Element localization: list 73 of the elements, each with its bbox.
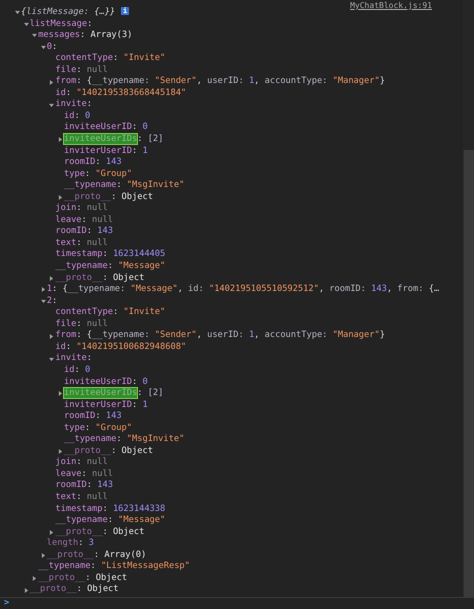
property-line: id: 0 (64, 364, 90, 376)
property-line: contentType: "Invite" (55, 307, 166, 319)
property-line: roomID: 143 (64, 411, 122, 423)
property-line: inviteeUserIDs: [2] (64, 134, 164, 146)
internal-property-line: __proto__: Array(0) (46, 550, 146, 561)
property-line: __typename: "MsgInvite" (64, 434, 184, 446)
property-line: invite: (55, 353, 92, 365)
console-prompt[interactable]: > (4, 598, 10, 608)
property-line: inviteeUserID: 0 (64, 376, 148, 388)
internal-property-line: __proto__: Object (38, 572, 128, 584)
collapse-triangle-icon[interactable] (49, 102, 54, 108)
expand-triangle-icon[interactable] (49, 276, 54, 281)
collapse-triangle-icon[interactable] (40, 44, 46, 50)
property-line: type: "Group" (64, 422, 132, 434)
expand-triangle-icon[interactable] (49, 80, 54, 85)
internal-property-line: __proto__: Object (64, 446, 153, 457)
property-line: join: null (55, 203, 108, 215)
property-line: inviterUserID: 1 (64, 146, 148, 158)
property-line: from: {__typename: "Sender", userID: 1, accountType: "Manager"} (55, 330, 385, 342)
property-line: roomID: 143 (55, 480, 113, 492)
collapse-triangle-icon[interactable] (24, 22, 29, 27)
property-line: 2: (46, 296, 58, 308)
internal-property-line: __proto__: Object (30, 584, 119, 596)
property-line: leave: null (55, 468, 113, 480)
property-line: __typename: "ListMessageResp" (38, 561, 190, 573)
property-line: invite: (55, 99, 92, 111)
expand-triangle-icon[interactable] (58, 391, 63, 396)
property-line: type: "Group" (64, 168, 132, 180)
collapse-triangle-icon[interactable] (32, 33, 38, 38)
expand-triangle-icon[interactable] (32, 576, 38, 582)
property-line: contentType: "Invite" (55, 53, 166, 65)
property-line: join: null (55, 457, 108, 469)
property-line: id: "1402195100682948608" (55, 342, 186, 353)
expand-triangle-icon[interactable] (40, 552, 46, 558)
property-line: 1: {__typename: "Message", id: "1402195105510592512", roomID: 143, from: {… (46, 284, 440, 296)
scrollbar-thumb[interactable] (463, 150, 474, 597)
source-link[interactable]: MyChatBlock.js:91 (350, 1, 432, 10)
property-line: file: null (55, 318, 108, 330)
expand-triangle-icon[interactable] (24, 588, 29, 593)
property-line: from: {__typename: "Sender", userID: 1, accountType: "Manager"} (55, 76, 385, 88)
property-line: file: null (55, 64, 108, 76)
internal-property-line: __proto__: Object (55, 272, 144, 284)
property-line: id: "1402195383668445184" (55, 88, 186, 99)
object-summary: {listMessage: {…}} (21, 7, 116, 19)
property-line: __typename: "MsgInvite" (64, 180, 184, 192)
collapse-triangle-icon[interactable] (15, 10, 20, 16)
expand-triangle-icon[interactable] (58, 137, 63, 142)
expand-triangle-icon[interactable] (58, 449, 63, 454)
property-line: leave: null (55, 214, 113, 226)
internal-property-line: __proto__: Object (64, 192, 153, 203)
property-line: inviteeUserIDs: [2] (64, 388, 164, 400)
property-line: timestamp: 1623144338 (55, 504, 166, 516)
internal-property-line: __proto__: Object (55, 526, 144, 538)
property-line: text: null (55, 492, 108, 504)
collapse-triangle-icon[interactable] (40, 298, 46, 304)
property-line: id: 0 (64, 110, 90, 122)
property-line: text: null (55, 238, 108, 249)
property-line: timestamp: 1623144405 (55, 249, 166, 262)
expand-triangle-icon[interactable] (49, 334, 54, 339)
property-line: inviterUserID: 1 (64, 400, 148, 412)
expand-triangle-icon[interactable] (58, 195, 63, 200)
property-line: __typename: "Message" (55, 261, 166, 273)
property-line: roomID: 143 (64, 157, 122, 169)
expand-triangle-icon[interactable] (49, 530, 54, 535)
property-line: __typename: "Message" (55, 515, 166, 527)
internal-property-line: length: 3 (46, 538, 94, 550)
property-line: inviteeUserID: 0 (64, 122, 148, 134)
property-line: listMessage: (30, 18, 92, 30)
collapse-triangle-icon[interactable] (49, 356, 54, 362)
property-line: 0: (46, 42, 58, 54)
property-line: messages: Array(3) (38, 30, 132, 42)
expand-triangle-icon[interactable] (40, 287, 46, 292)
property-line: roomID: 143 (55, 226, 113, 238)
